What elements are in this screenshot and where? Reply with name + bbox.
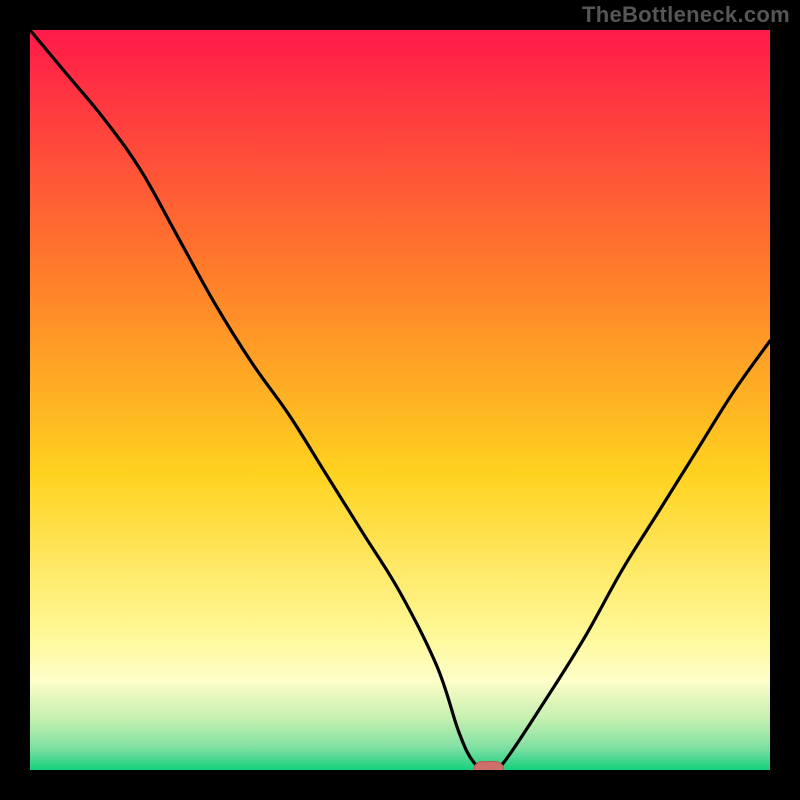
frame-right <box>770 0 800 800</box>
plot-background <box>30 30 770 770</box>
frame-bottom <box>0 770 800 800</box>
chart-frame: TheBottleneck.com <box>0 0 800 800</box>
bottleneck-chart <box>0 0 800 800</box>
watermark-text: TheBottleneck.com <box>582 2 790 28</box>
frame-left <box>0 0 30 800</box>
